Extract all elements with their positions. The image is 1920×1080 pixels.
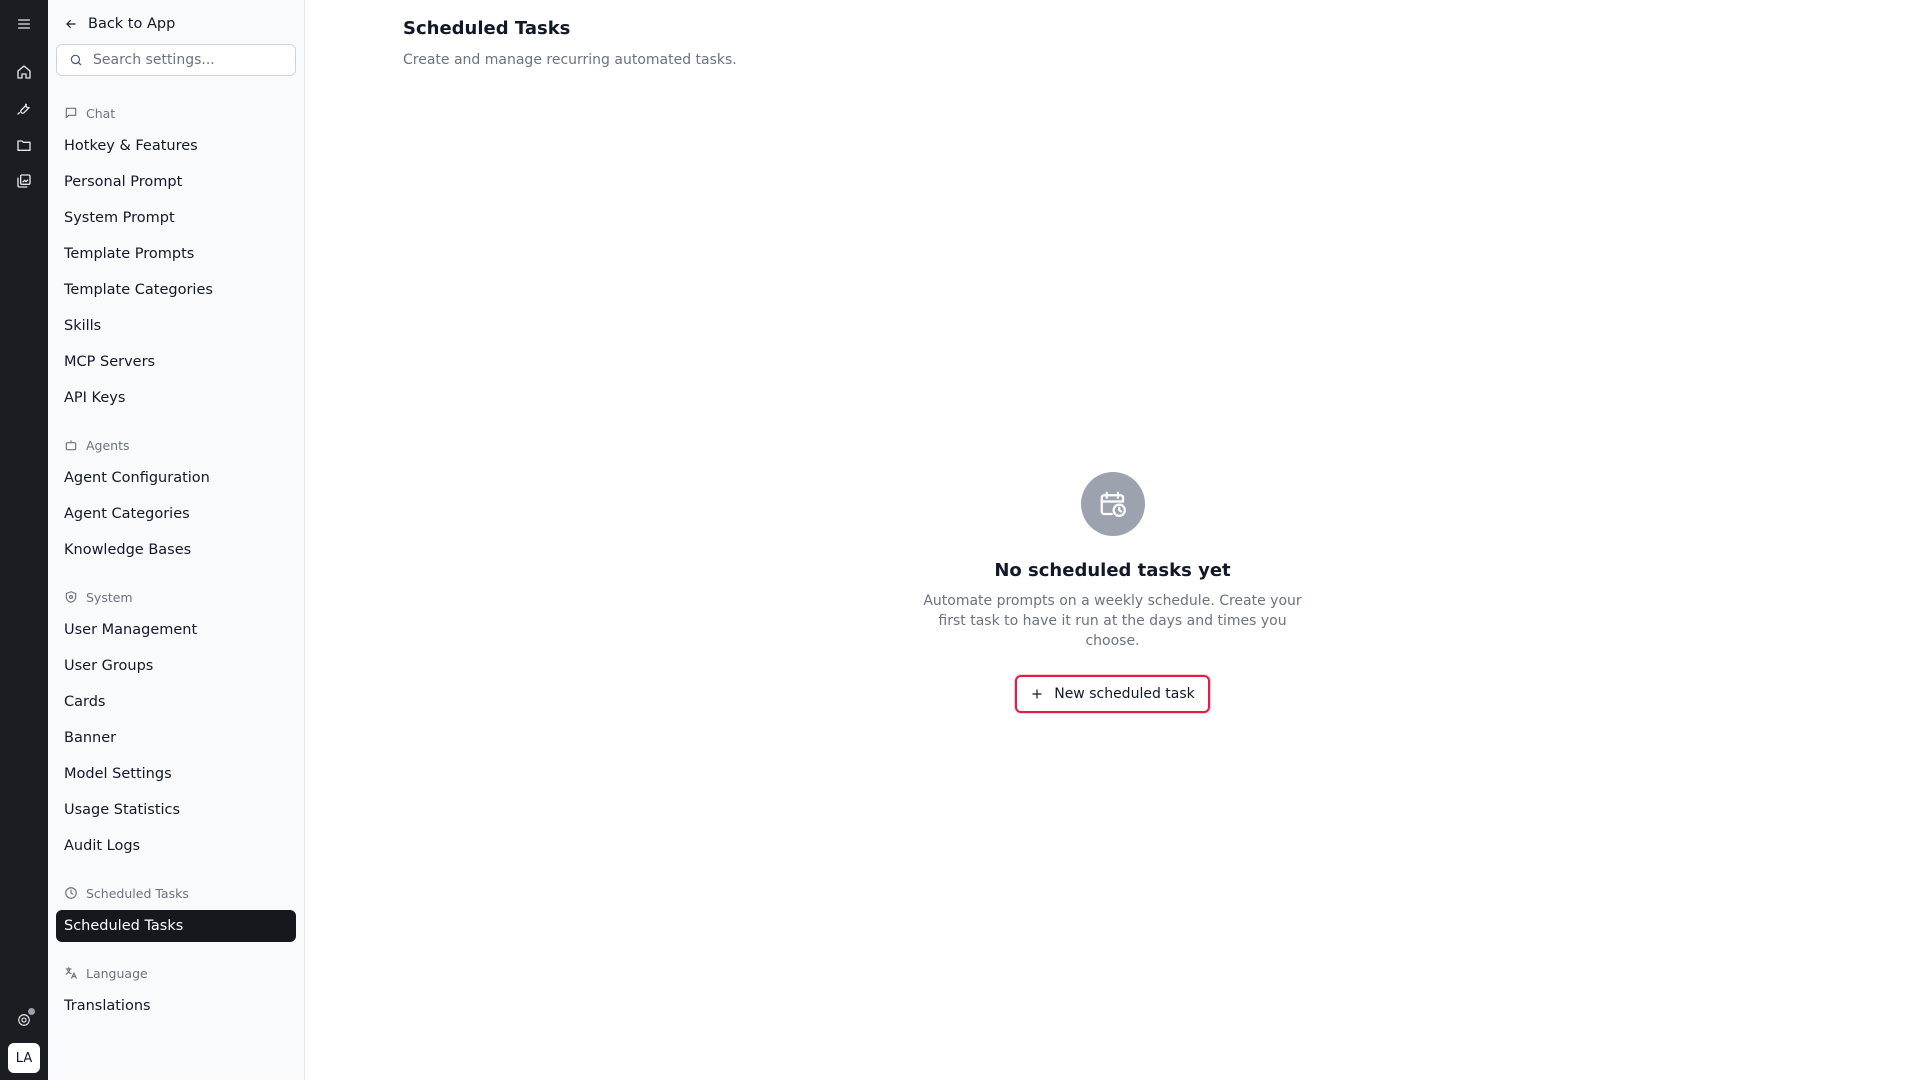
section-title: Language bbox=[86, 965, 148, 981]
sidebar-item-knowledge-bases[interactable]: Knowledge Bases bbox=[56, 534, 296, 566]
sidebar-item-scheduled-tasks[interactable]: Scheduled Tasks bbox=[56, 910, 296, 942]
menu-icon[interactable] bbox=[10, 10, 38, 38]
search-icon bbox=[70, 54, 82, 66]
empty-state-title: No scheduled tasks yet bbox=[994, 560, 1231, 581]
sidebar-item-system-prompt[interactable]: System Prompt bbox=[56, 202, 296, 234]
sidebar-item-mcp-servers[interactable]: MCP Servers bbox=[56, 346, 296, 378]
section-head-chat: Chat bbox=[56, 104, 296, 122]
section-title: Chat bbox=[86, 105, 116, 121]
sidebar-item-model-settings[interactable]: Model Settings bbox=[56, 758, 296, 790]
sidebar-item-audit-logs[interactable]: Audit Logs bbox=[56, 830, 296, 862]
app: LA Back to App Chat Hotkey & Features Pe… bbox=[0, 0, 1920, 1080]
section-head-language: Language bbox=[56, 964, 296, 982]
settings-sidebar: Back to App Chat Hotkey & Features Perso… bbox=[48, 0, 305, 1080]
plus-icon bbox=[1032, 689, 1042, 699]
sidebar-item-api-keys[interactable]: API Keys bbox=[56, 382, 296, 414]
wrench-icon[interactable] bbox=[10, 94, 38, 122]
back-to-app-link[interactable]: Back to App bbox=[56, 13, 296, 35]
icon-rail: LA bbox=[0, 0, 48, 1080]
section-head-scheduled-tasks: Scheduled Tasks bbox=[56, 884, 296, 902]
sidebar-item-agent-categories[interactable]: Agent Categories bbox=[56, 498, 296, 530]
robot-icon bbox=[65, 440, 77, 451]
sidebar-item-usage-statistics[interactable]: Usage Statistics bbox=[56, 794, 296, 826]
search-box bbox=[56, 44, 296, 76]
empty-state: No scheduled tasks yet Automate prompts … bbox=[305, 472, 1920, 713]
sidebar-item-personal-prompt[interactable]: Personal Prompt bbox=[56, 166, 296, 198]
button-label: New scheduled task bbox=[1054, 686, 1195, 702]
section-head-agents: Agents bbox=[56, 436, 296, 454]
sidebar-item-skills[interactable]: Skills bbox=[56, 310, 296, 342]
sidebar-item-template-categories[interactable]: Template Categories bbox=[56, 274, 296, 306]
arrow-left-icon bbox=[66, 19, 76, 29]
sidebar-item-template-prompts[interactable]: Template Prompts bbox=[56, 238, 296, 270]
calendar-clock-icon bbox=[1080, 472, 1145, 536]
sidebar-item-banner[interactable]: Banner bbox=[56, 722, 296, 754]
notification-dot bbox=[28, 1008, 35, 1015]
main-content: Scheduled Tasks Create and manage recurr… bbox=[305, 0, 1920, 1080]
avatar[interactable]: LA bbox=[8, 1043, 40, 1073]
section-title: Scheduled Tasks bbox=[86, 885, 189, 901]
chat-icon bbox=[65, 107, 77, 119]
new-scheduled-task-button[interactable]: New scheduled task bbox=[1015, 675, 1210, 713]
home-icon[interactable] bbox=[10, 58, 38, 86]
gallery-icon[interactable] bbox=[10, 167, 38, 195]
sidebar-item-translations[interactable]: Translations bbox=[56, 990, 296, 1022]
section-title: Agents bbox=[86, 437, 130, 453]
page-subtitle: Create and manage recurring automated ta… bbox=[403, 52, 737, 68]
shield-icon bbox=[65, 591, 77, 603]
sidebar-item-hotkey-features[interactable]: Hotkey & Features bbox=[56, 130, 296, 162]
folder-icon[interactable] bbox=[10, 131, 38, 159]
sidebar-item-user-management[interactable]: User Management bbox=[56, 614, 296, 646]
back-label: Back to App bbox=[88, 16, 176, 32]
clock-icon bbox=[65, 887, 77, 899]
section-title: System bbox=[86, 589, 133, 605]
page-title: Scheduled Tasks bbox=[403, 18, 571, 39]
section-head-system: System bbox=[56, 588, 296, 606]
translate-icon bbox=[65, 967, 77, 979]
sidebar-item-agent-configuration[interactable]: Agent Configuration bbox=[56, 462, 296, 494]
help-icon[interactable] bbox=[10, 1006, 38, 1034]
sidebar-item-user-groups[interactable]: User Groups bbox=[56, 650, 296, 682]
sidebar-item-cards[interactable]: Cards bbox=[56, 686, 296, 718]
search-input[interactable] bbox=[93, 52, 273, 68]
empty-state-description: Automate prompts on a weekly schedule. C… bbox=[923, 593, 1302, 649]
